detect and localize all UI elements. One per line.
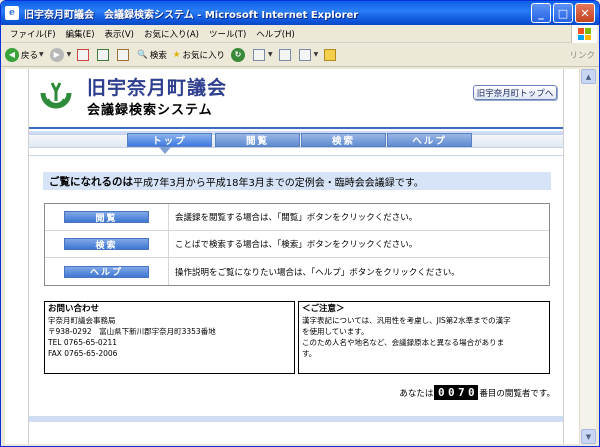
menu-edit[interactable]: 編集(E) xyxy=(61,28,100,40)
search-label: 検索 xyxy=(149,50,167,61)
home-icon xyxy=(117,48,130,61)
active-tab-pointer-icon xyxy=(159,147,171,154)
toolbar: ◀ 戻る ▼ ▶ ▼ 🔍 検索 ★ お気に入り ↻ ▼ ▼ リンク xyxy=(1,43,599,67)
counter-digit: 0 xyxy=(438,386,445,399)
help-description: 操作説明をご覧になりたい場合は、「ヘルプ」ボタンをクリックください。 xyxy=(175,267,460,278)
chevron-down-icon: ▼ xyxy=(39,51,44,58)
page-content: 旧宇奈月町議会 会議録検索システム 旧宇奈月町トップへ トップ 閲覧 検索 ヘル… xyxy=(28,69,564,444)
contact-line: FAX 0765-65-2006 xyxy=(48,349,118,358)
counter-suffix: 番目の閲覧者です。 xyxy=(479,388,555,399)
chevron-down-icon: ▼ xyxy=(313,51,319,58)
notice-lead: ご覧になれるのは xyxy=(49,175,133,188)
contact-title: お問い合わせ xyxy=(48,304,100,314)
stop-icon xyxy=(77,48,90,61)
links-label[interactable]: リンク xyxy=(569,49,595,61)
nav-divider xyxy=(29,155,563,156)
caution-box: ＜ご注意＞ 漢字表記については、汎用性を考慮し、JIS第2水準までの漢字 を使用… xyxy=(298,301,550,374)
contact-box: お問い合わせ 宇奈月町議会事務局 〒938-0292 富山県下新川郡宇奈月町33… xyxy=(44,301,295,374)
history-button[interactable]: ↻ xyxy=(231,47,247,62)
caution-line: このため人名や地名など、会議録原本と異なる場合がありま xyxy=(302,338,505,347)
contact-line: 宇奈月町議会事務局 xyxy=(48,316,116,325)
edit-button[interactable]: ▼ xyxy=(298,48,319,61)
home-button[interactable] xyxy=(117,48,131,61)
counter-digit: 0 xyxy=(448,386,455,399)
search-button[interactable]: 🔍 検索 xyxy=(137,49,167,61)
site-subtitle: 会議録検索システム xyxy=(87,103,213,118)
counter-digit: 0 xyxy=(468,386,475,399)
caution-line: を使用しています。 xyxy=(302,327,369,336)
back-arrow-icon: ◀ xyxy=(5,47,19,62)
history-icon: ↻ xyxy=(231,47,246,62)
print-button[interactable] xyxy=(278,48,293,61)
counter-digit: 7 xyxy=(458,386,465,399)
stop-button[interactable] xyxy=(77,48,91,61)
caution-line: 漢字表記については、汎用性を考慮し、JIS第2水準までの漢字 xyxy=(302,316,511,325)
caution-title: ＜ご注意＞ xyxy=(302,304,345,314)
search-icon: 🔍 xyxy=(137,49,148,60)
favorites-label: お気に入り xyxy=(182,50,226,61)
notice-text: 平成7年3月から平成18年3月までの定例会・臨時会会議録です。 xyxy=(133,177,424,189)
town-top-button[interactable]: 旧宇奈月町トップへ xyxy=(473,85,557,100)
chevron-down-icon: ▼ xyxy=(66,51,72,58)
back-button[interactable]: ◀ 戻る ▼ xyxy=(5,47,44,62)
ie-icon: e xyxy=(5,6,19,20)
town-emblem-logo xyxy=(40,82,72,109)
folder-icon xyxy=(324,48,337,61)
contact-line: 〒938-0292 富山県下新川郡宇奈月町3353番地 xyxy=(48,327,216,336)
visitor-counter: あなたは 0 0 7 0 番目の閲覧者です。 xyxy=(399,385,555,400)
action-row: ヘルプ 操作説明をご覧になりたい場合は、「ヘルプ」ボタンをクリックください。 xyxy=(45,258,549,285)
folder-button[interactable] xyxy=(324,48,338,61)
menu-favorites[interactable]: お気に入り(A) xyxy=(139,28,204,40)
counter-prefix: あなたは xyxy=(399,388,434,399)
menu-help[interactable]: ヘルプ(H) xyxy=(251,28,300,40)
title-bar[interactable]: e 旧宇奈月町議会 会議録検索システム - Microsoft Internet… xyxy=(1,1,599,25)
caution-line: す。 xyxy=(302,349,317,358)
tab-help[interactable]: ヘルプ xyxy=(387,133,472,147)
browser-window: e 旧宇奈月町議会 会議録検索システム - Microsoft Internet… xyxy=(0,0,600,447)
header-divider xyxy=(29,127,563,129)
star-icon: ★ xyxy=(172,49,181,60)
contact-line: TEL 0765-65-0211 xyxy=(48,338,118,347)
forward-arrow-icon: ▶ xyxy=(49,47,64,62)
mail-button[interactable]: ▼ xyxy=(253,48,273,61)
scroll-up-icon[interactable]: ▲ xyxy=(581,69,596,84)
tab-browse[interactable]: 閲覧 xyxy=(215,133,300,147)
counter-digits: 0 0 7 0 xyxy=(434,385,479,400)
help-button[interactable]: ヘルプ xyxy=(64,265,149,278)
coverage-notice: ご覧になれるのは 平成7年3月から平成18年3月までの定例会・臨時会会議録です。 xyxy=(43,172,551,190)
menu-tools[interactable]: ツール(T) xyxy=(204,28,251,40)
windows-logo-icon xyxy=(571,25,597,43)
action-row: 閲覧 会議録を閲覧する場合は、「閲覧」ボタンをクリックください。 xyxy=(45,204,549,231)
forward-button[interactable]: ▶ ▼ xyxy=(49,47,72,62)
menu-view[interactable]: 表示(V) xyxy=(100,28,139,40)
mail-icon xyxy=(253,48,266,61)
minimize-button[interactable]: _ xyxy=(531,3,551,23)
browse-description: 会議録を閲覧する場合は、「閲覧」ボタンをクリックください。 xyxy=(175,213,418,223)
site-title: 旧宇奈月町議会 xyxy=(87,77,228,99)
vertical-scrollbar[interactable]: ▲ ▼ xyxy=(579,69,596,444)
search-description: ことばで検索する場合は、「検索」ボタンをクリックください。 xyxy=(175,240,418,250)
chevron-down-icon: ▼ xyxy=(268,51,273,58)
window-title: 旧宇奈月町議会 会議録検索システム - Microsoft Internet E… xyxy=(24,9,359,21)
site-header: 旧宇奈月町議会 会議録検索システム 旧宇奈月町トップへ xyxy=(29,69,563,127)
print-icon xyxy=(278,48,291,61)
browse-button[interactable]: 閲覧 xyxy=(64,211,149,224)
search-button[interactable]: 検索 xyxy=(64,238,149,251)
scroll-down-icon[interactable]: ▼ xyxy=(581,429,596,444)
tab-search[interactable]: 検索 xyxy=(301,133,386,147)
footer-band xyxy=(29,416,563,422)
back-label: 戻る xyxy=(21,50,39,61)
close-button[interactable]: ✕ xyxy=(575,3,595,23)
tab-top[interactable]: トップ xyxy=(127,133,212,147)
action-row: 検索 ことばで検索する場合は、「検索」ボタンをクリックください。 xyxy=(45,231,549,258)
favorites-button[interactable]: ★ お気に入り xyxy=(173,49,225,61)
refresh-icon xyxy=(97,48,110,61)
menu-file[interactable]: ファイル(F) xyxy=(5,28,61,40)
edit-icon xyxy=(298,48,311,61)
page-viewport: 旧宇奈月町議会 会議録検索システム 旧宇奈月町トップへ トップ 閲覧 検索 ヘル… xyxy=(5,69,579,444)
maximize-button[interactable]: □ xyxy=(553,3,573,23)
refresh-button[interactable] xyxy=(97,48,111,61)
menu-bar: ファイル(F) 編集(E) 表示(V) お気に入り(A) ツール(T) ヘルプ(… xyxy=(1,25,599,43)
action-table: 閲覧 会議録を閲覧する場合は、「閲覧」ボタンをクリックください。 検索 ことばで… xyxy=(44,203,550,286)
